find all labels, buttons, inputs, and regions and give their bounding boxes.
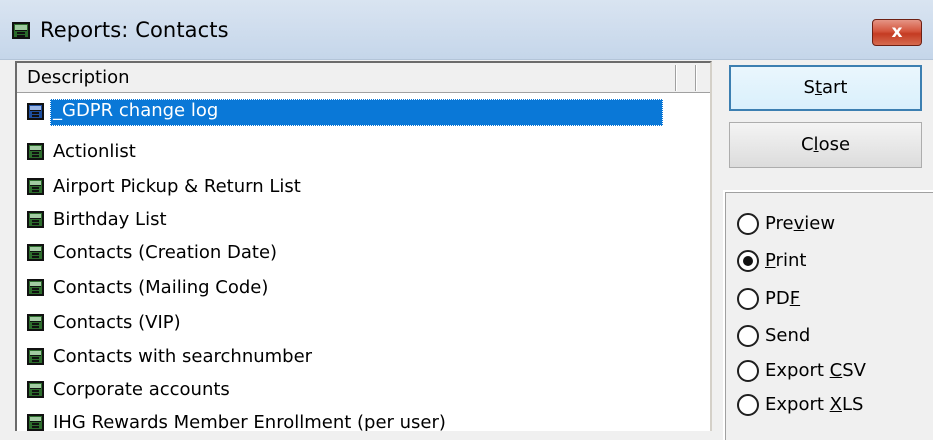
radio-button[interactable] xyxy=(737,213,759,235)
radio-button[interactable] xyxy=(737,325,759,347)
close-button[interactable]: Close xyxy=(729,122,922,168)
radio-label-send: Send xyxy=(765,325,811,346)
report-book-icon xyxy=(27,103,44,120)
list-item[interactable]: Corporate accounts xyxy=(17,374,710,407)
title-bar: Reports: Contacts x xyxy=(0,0,933,60)
list-header: Description xyxy=(17,63,710,93)
report-book-icon xyxy=(27,381,44,398)
close-button-label-a: C xyxy=(800,134,814,155)
close-button-label-b: ose xyxy=(818,134,851,155)
radio-export-xls[interactable]: Export XLS xyxy=(737,391,927,421)
start-button-label-key: t xyxy=(814,77,822,98)
list-item[interactable]: Contacts (VIP) xyxy=(17,307,710,340)
radio-label-print: Print xyxy=(765,250,807,271)
column-header-description[interactable]: Description xyxy=(27,67,130,88)
radio-label-export-csv: Export CSV xyxy=(765,360,866,381)
start-button-label-b: art xyxy=(822,77,848,98)
list-item-label: IHG Rewards Member Enrollment (per user) xyxy=(53,412,446,431)
list-item[interactable]: Airport Pickup & Return List xyxy=(17,171,710,204)
list-item-label: Birthday List xyxy=(53,209,167,230)
list-item-label: Contacts (Mailing Code) xyxy=(53,277,269,298)
report-book-icon xyxy=(27,143,44,160)
list-item-label: Actionlist xyxy=(53,141,136,162)
list-item-label: Contacts (VIP) xyxy=(53,312,181,333)
radio-label-pdf: PDF xyxy=(765,288,801,309)
radio-send[interactable]: Send xyxy=(737,322,927,352)
radio-button[interactable] xyxy=(737,394,759,416)
radio-label-preview: Preview xyxy=(765,213,836,234)
window-title: Reports: Contacts xyxy=(40,18,229,42)
column-divider[interactable] xyxy=(675,65,677,91)
report-book-icon xyxy=(27,348,44,365)
start-button[interactable]: Start xyxy=(729,65,922,111)
list-item[interactable]: Actionlist xyxy=(17,136,710,169)
list-item[interactable]: Contacts (Mailing Code) xyxy=(17,272,710,305)
radio-print[interactable]: Print xyxy=(737,247,927,277)
radio-export-csv[interactable]: Export CSV xyxy=(737,357,927,387)
report-book-icon xyxy=(27,279,44,296)
list-item[interactable]: Contacts (Creation Date) xyxy=(17,237,710,270)
window-close-button[interactable]: x xyxy=(872,19,922,46)
report-book-icon xyxy=(12,22,30,39)
start-button-label-a: S xyxy=(803,77,815,98)
radio-button[interactable] xyxy=(737,288,759,310)
column-divider[interactable] xyxy=(695,65,697,91)
report-book-icon xyxy=(27,414,44,431)
list-item-label: Contacts with searchnumber xyxy=(53,346,313,367)
list-item[interactable]: Birthday List xyxy=(17,204,710,237)
list-item[interactable]: _GDPR change log xyxy=(17,96,710,129)
report-book-icon xyxy=(27,178,44,195)
report-book-icon xyxy=(27,244,44,261)
list-item[interactable]: Contacts with searchnumber xyxy=(17,341,710,374)
report-book-icon xyxy=(27,314,44,331)
radio-button[interactable] xyxy=(737,360,759,382)
report-book-icon xyxy=(27,211,44,228)
list-item[interactable]: IHG Rewards Member Enrollment (per user) xyxy=(17,407,710,431)
radio-button-checked[interactable] xyxy=(737,250,759,272)
list-item-label: _GDPR change log xyxy=(50,99,663,126)
radio-pdf[interactable]: PDF xyxy=(737,285,927,315)
list-item-label: Airport Pickup & Return List xyxy=(53,176,301,197)
radio-preview[interactable]: Preview xyxy=(737,210,927,240)
radio-label-export-xls: Export XLS xyxy=(765,394,864,415)
report-list[interactable]: Description _GDPR change log Actionlist … xyxy=(15,61,712,431)
list-item-label: Contacts (Creation Date) xyxy=(53,242,278,263)
list-item-label: Corporate accounts xyxy=(53,379,230,400)
